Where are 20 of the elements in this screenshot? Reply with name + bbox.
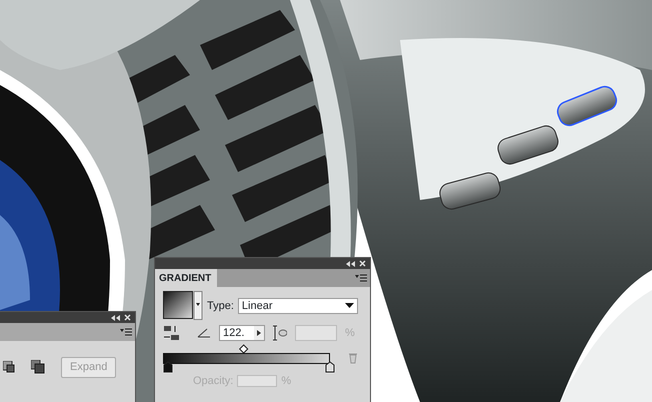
aspect-ratio-icon (273, 325, 287, 342)
gradient-swatch[interactable] (163, 291, 203, 321)
shape-mode-icon[interactable] (31, 360, 45, 374)
aspect-ratio-field[interactable] (295, 325, 337, 342)
caret-icon[interactable] (345, 303, 354, 309)
angle-field[interactable]: 122. (219, 325, 265, 342)
percent-label: % (345, 326, 355, 341)
reverse-gradient-icon[interactable] (163, 325, 181, 342)
panel-menu-icon[interactable] (120, 328, 132, 336)
collapse-icon[interactable] (346, 260, 355, 266)
type-dropdown[interactable]: Linear (238, 298, 358, 314)
panel-tab[interactable]: GRADIENT (155, 269, 218, 287)
collapse-icon[interactable] (111, 314, 120, 320)
panel-menu-icon[interactable] (355, 274, 367, 282)
shape-mode-icon[interactable] (3, 361, 15, 374)
close-icon[interactable] (359, 260, 366, 267)
angle-icon (197, 328, 211, 338)
type-label: Type: (207, 298, 234, 314)
percent-label: % (281, 374, 292, 388)
close-icon[interactable] (124, 314, 131, 321)
